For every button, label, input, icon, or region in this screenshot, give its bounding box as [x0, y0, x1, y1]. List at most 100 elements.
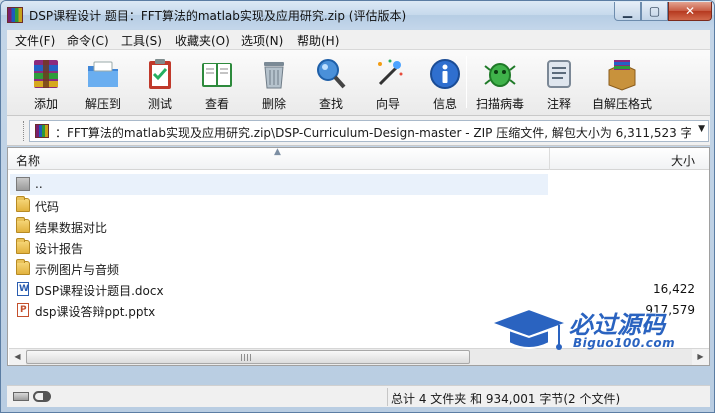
close-button[interactable]: ✕: [668, 2, 712, 21]
sfx-box-icon: [608, 60, 636, 91]
menu-bar: 文件(F) 命令(C) 工具(S) 收藏夹(O) 选项(N) 帮助(H): [7, 30, 710, 50]
file-name: dsp课设答辩ppt.pptx: [35, 305, 156, 319]
status-bar: 总计 4 文件夹 和 934,001 字节(2 个文件): [7, 385, 710, 407]
file-size: [550, 237, 695, 258]
chevron-down-icon[interactable]: ▼: [698, 124, 705, 134]
file-name: 代码: [35, 200, 60, 214]
info-button[interactable]: 信息: [420, 54, 470, 112]
folder-icon: [16, 217, 30, 233]
file-row[interactable]: 示例图片与音频: [8, 258, 709, 279]
view-book-icon: [202, 63, 232, 87]
graduation-cap-icon: [489, 307, 569, 350]
address-path: ：FFT算法的matlab实现及应用研究.zip\DSP-Curriculum-…: [55, 126, 691, 140]
folder-icon: [16, 196, 30, 212]
window-title: DSP课程设计 题目：FFT算法的matlab实现及应用研究.zip (评估版本…: [29, 9, 407, 23]
find-button[interactable]: 查找: [306, 54, 356, 112]
key-icon[interactable]: [33, 391, 51, 402]
info-icon: [430, 59, 460, 89]
parent-folder-icon: [16, 177, 30, 191]
folder-icon: [16, 238, 30, 254]
test-label: 测试: [147, 97, 172, 111]
archive-icon: [35, 124, 49, 138]
extract-to-button[interactable]: 解压到: [78, 54, 128, 112]
scroll-left-icon[interactable]: ◀: [9, 349, 26, 365]
title-bar[interactable]: DSP课程设计 题目：FFT算法的matlab实现及应用研究.zip (评估版本…: [1, 1, 714, 29]
column-header: ▲ 名称 大小: [8, 147, 709, 170]
wizard-button[interactable]: 向导: [363, 54, 413, 112]
test-clipboard-icon: [149, 59, 171, 89]
menu-command[interactable]: 命令(C): [67, 32, 109, 49]
comment-icon: [547, 60, 571, 88]
toolbar-separator: [466, 56, 467, 108]
menu-favorites[interactable]: 收藏夹(O): [175, 32, 230, 49]
watermark-subtitle: Biguo100.com: [573, 336, 676, 350]
watermark-title: 必过源码: [569, 311, 665, 339]
test-button[interactable]: 测试: [135, 54, 185, 112]
file-row[interactable]: DSP课程设计题目.docx 16,422: [8, 279, 709, 300]
add-button[interactable]: 添加: [21, 54, 71, 112]
wizard-label: 向导: [375, 97, 400, 111]
find-label: 查找: [318, 97, 343, 111]
file-rows: .. 代码 结果数据对比 设计报告 示例图片与音频 W DSP课程设计题目.do…: [8, 174, 709, 321]
comment-button[interactable]: 注释: [534, 54, 584, 112]
file-size: [550, 216, 695, 237]
menu-options[interactable]: 选项(N): [241, 32, 283, 49]
file-row-parent[interactable]: ..: [8, 174, 709, 195]
view-button[interactable]: 查看: [192, 54, 242, 112]
powerpoint-document-icon: [17, 303, 29, 317]
status-icons: [13, 391, 51, 403]
menu-file[interactable]: 文件(F): [15, 32, 55, 49]
scroll-right-icon[interactable]: ▶: [692, 349, 709, 365]
add-label: 添加: [33, 97, 58, 111]
comment-label: 注释: [546, 97, 571, 111]
delete-button[interactable]: 删除: [249, 54, 299, 112]
column-name-header[interactable]: 名称: [16, 152, 40, 169]
virus-scan-icon: [484, 63, 516, 87]
menu-help[interactable]: 帮助(H): [297, 32, 339, 49]
extract-to-label: 解压到: [84, 97, 121, 111]
sort-arrow-icon: ▲: [274, 147, 281, 157]
address-field[interactable]: ：FFT算法的matlab实现及应用研究.zip\DSP-Curriculum-…: [29, 120, 709, 142]
file-size: [550, 258, 695, 279]
word-document-icon: [17, 282, 29, 296]
status-divider: [387, 388, 388, 406]
view-label: 查看: [204, 97, 229, 111]
scrollbar-thumb[interactable]: [26, 350, 470, 364]
folder-icon: [16, 259, 30, 275]
menu-tools[interactable]: 工具(S): [121, 32, 162, 49]
file-row[interactable]: 结果数据对比: [8, 216, 709, 237]
sfx-label: 自解压格式: [591, 97, 652, 111]
file-size: [550, 195, 695, 216]
file-row[interactable]: 代码: [8, 195, 709, 216]
file-name: 设计报告: [35, 242, 84, 256]
maximize-button[interactable]: ▢: [641, 2, 668, 21]
extract-folder-icon: [88, 61, 118, 87]
winrar-window: DSP课程设计 题目：FFT算法的matlab实现及应用研究.zip (评估版本…: [0, 0, 715, 413]
trash-icon: [264, 62, 284, 89]
wizard-wand-icon: [378, 59, 403, 86]
file-name: ..: [35, 177, 43, 191]
scan-virus-button[interactable]: 扫描病毒: [475, 54, 525, 112]
status-summary: 总计 4 文件夹 和 934,001 字节(2 个文件): [391, 392, 621, 406]
delete-label: 删除: [261, 97, 286, 111]
magnifier-icon: [317, 59, 346, 89]
watermark-logo: 必过源码 Biguo100.com: [489, 301, 689, 357]
toolbar: 添加 解压到 测试 查看 删除 查找 向导 信息 扫描病毒 注释 自解压格式: [7, 50, 710, 116]
column-size-header[interactable]: 大小: [671, 152, 695, 169]
winrar-app-icon[interactable]: [7, 7, 23, 23]
scan-virus-label: 扫描病毒: [475, 97, 524, 111]
sfx-button[interactable]: 自解压格式: [592, 54, 652, 112]
column-divider[interactable]: [549, 148, 550, 170]
address-bar: ：FFT算法的matlab实现及应用研究.zip\DSP-Curriculum-…: [7, 116, 710, 146]
file-row[interactable]: 设计报告: [8, 237, 709, 258]
drive-icon[interactable]: [13, 392, 29, 401]
minimize-button[interactable]: ▁: [614, 2, 641, 21]
file-size: [550, 174, 695, 195]
file-name: 结果数据对比: [35, 221, 108, 235]
file-name: 示例图片与音频: [35, 263, 120, 277]
scrollbar-grip: [241, 354, 251, 361]
address-grip: [23, 121, 25, 141]
add-archive-icon: [34, 60, 58, 88]
file-size: 16,422: [653, 282, 695, 296]
file-name: DSP课程设计题目.docx: [35, 284, 164, 298]
